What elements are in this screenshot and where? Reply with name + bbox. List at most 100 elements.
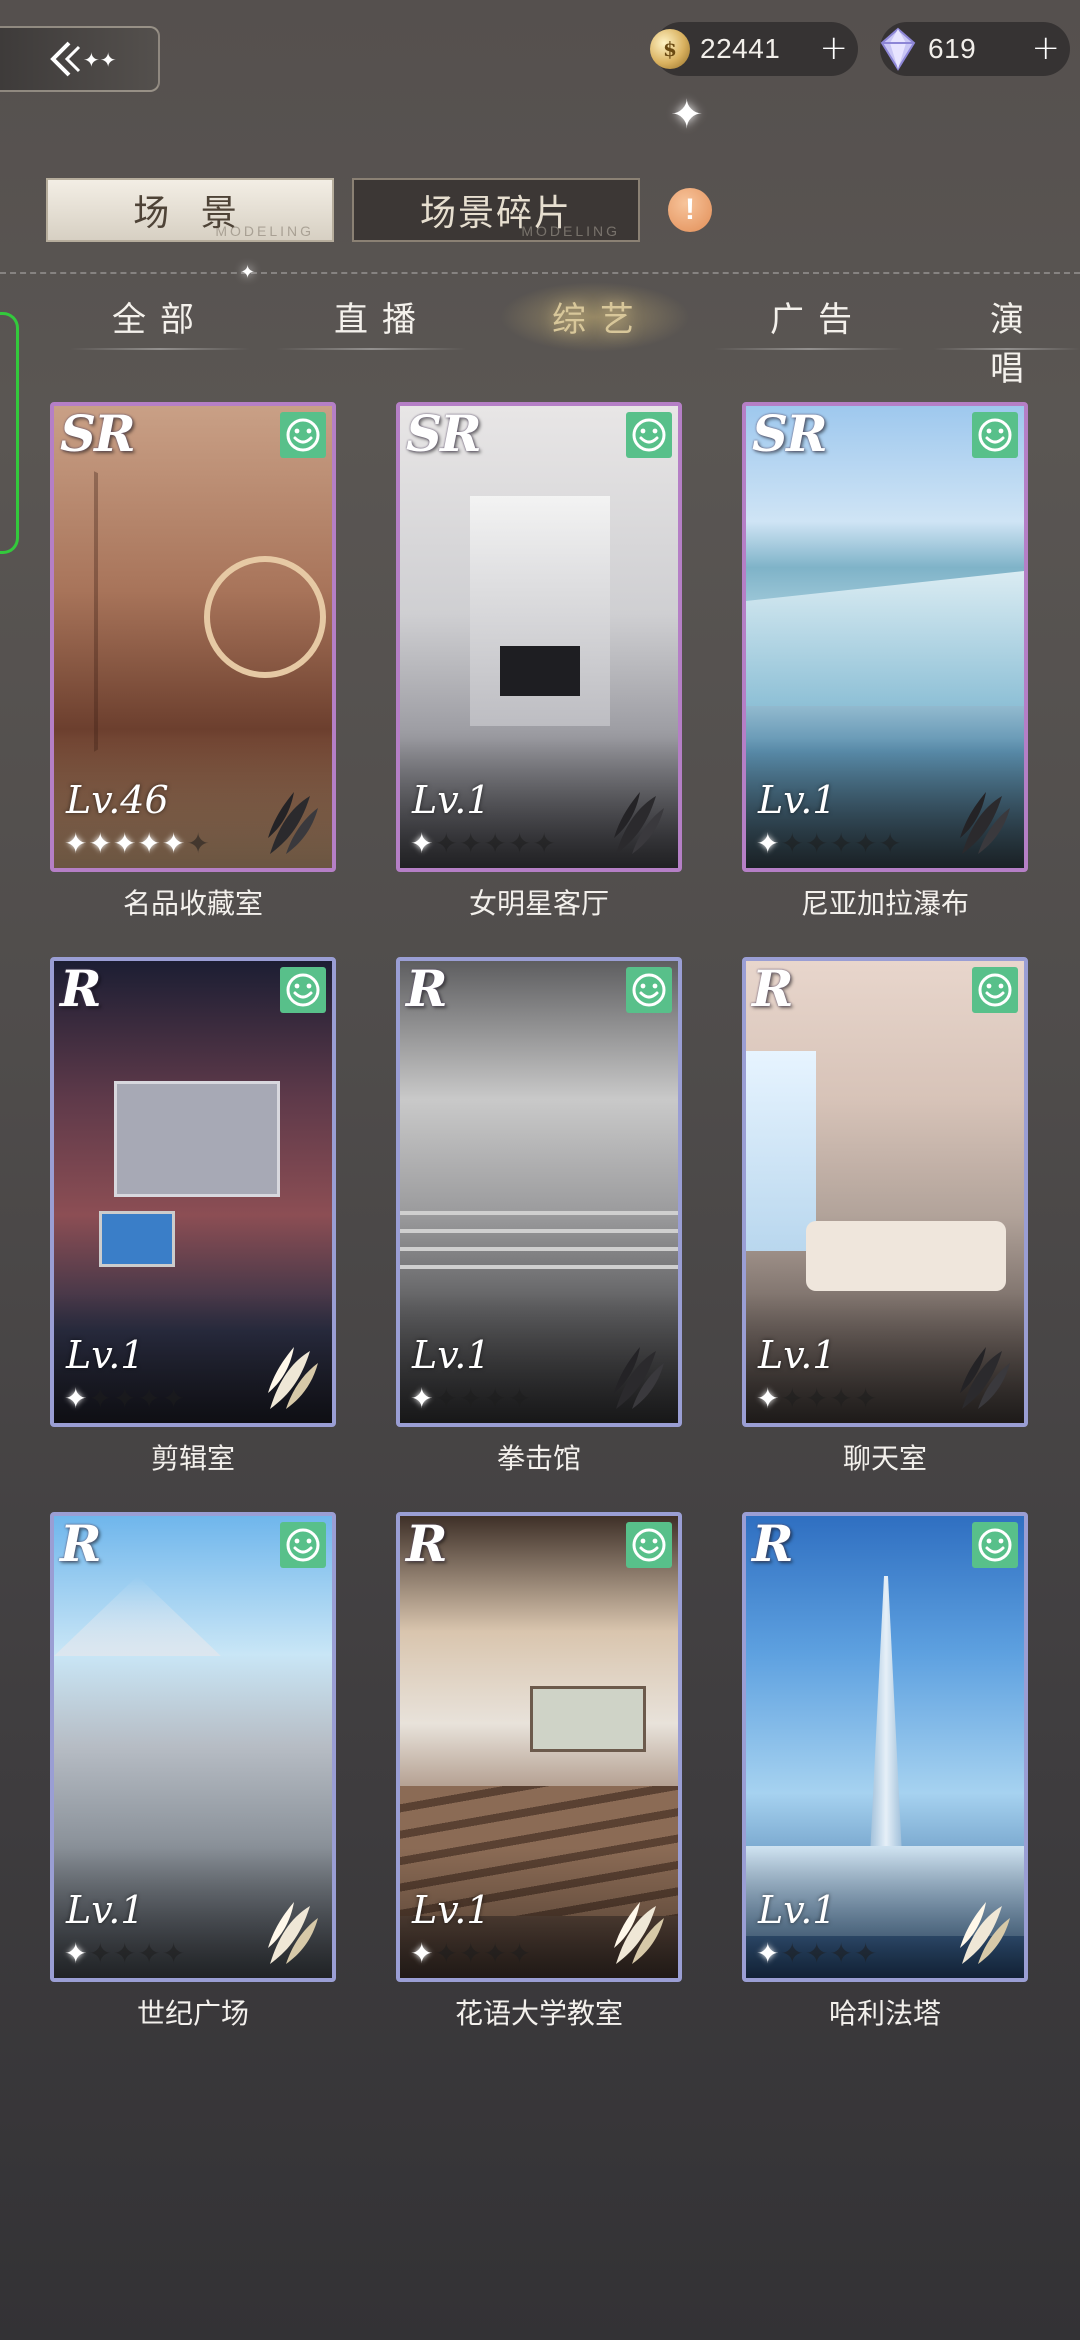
star-icon: ✦ [186, 827, 211, 860]
star-icon: ✦ [434, 827, 459, 860]
star-rating: ✦✦✦✦✦✦ [756, 827, 903, 860]
star-icon: ✦ [532, 827, 557, 860]
leaf-emblem-icon [268, 792, 318, 854]
star-icon: ✦ [780, 827, 805, 860]
rarity-badge: R [406, 1514, 448, 1573]
level-label: Lv.1 [66, 1333, 145, 1377]
star-icon: ✦ [780, 1937, 805, 1970]
tab-scene-fragments[interactable]: 场景碎片 MODELING [352, 178, 640, 242]
category-ad[interactable]: 广告 [770, 292, 866, 341]
scene-card[interactable]: R Lv.1 ✦✦✦✦✦ [50, 1512, 336, 1982]
smile-badge [972, 967, 1018, 1013]
star-icon: ✦ [410, 1937, 435, 1970]
star-icon: ✦ [756, 1937, 781, 1970]
smile-badge [626, 1522, 672, 1568]
add-diamond-button[interactable]: + [1032, 28, 1061, 68]
star-icon: ✦ [853, 1382, 879, 1415]
star-icon: ✦ [458, 1937, 484, 1970]
leaf-emblem-icon [268, 1347, 318, 1409]
leaf-emblem-icon [960, 1902, 1010, 1964]
star-rating: ✦✦✦✦✦ [410, 1937, 532, 1970]
scene-card[interactable]: SR Lv.46 ✦✦✦✦✦✦ [50, 402, 336, 872]
svg-text:✦✦: ✦✦ [83, 48, 117, 72]
star-icon: ✦ [137, 1382, 162, 1415]
leaf-emblem-icon [960, 792, 1010, 854]
tab-scene-sub: MODELING [215, 223, 314, 239]
coin-icon: $ [650, 29, 690, 69]
smile-icon [978, 418, 1012, 452]
level-label: Lv.1 [412, 1333, 491, 1377]
scene-card[interactable]: R Lv.1 ✦✦✦✦✦ [396, 957, 682, 1427]
star-icon: ✦ [112, 827, 138, 860]
star-icon: ✦ [780, 1382, 805, 1415]
back-arrow-icon: ✦✦ [50, 41, 117, 77]
star-icon: ✦ [161, 1937, 187, 1970]
star-rating: ✦✦✦✦✦✦ [64, 827, 211, 860]
leaf-emblem-icon [614, 1902, 664, 1964]
level-label: Lv.46 [66, 778, 169, 822]
smile-icon [286, 418, 320, 452]
star-rating: ✦✦✦✦✦ [64, 1937, 186, 1970]
leaf-emblem-icon [268, 1902, 318, 1964]
star-icon: ✦ [137, 1937, 162, 1970]
level-label: Lv.1 [412, 778, 491, 822]
smile-badge [280, 1522, 326, 1568]
star-icon: ✦ [112, 1382, 138, 1415]
star-icon: ✦ [64, 1937, 89, 1970]
card-name: 世纪广场 [136, 1997, 249, 2030]
scene-card[interactable]: R Lv.1 ✦✦✦✦✦ [742, 957, 1028, 1427]
category-live[interactable]: 直播 [334, 292, 430, 341]
rarity-badge: R [60, 959, 102, 1018]
rarity-badge: SR [60, 404, 136, 463]
star-icon: ✦ [64, 827, 89, 860]
diamond-value: 619 [928, 33, 977, 64]
star-icon: ✦ [434, 1382, 459, 1415]
star-icon: ✦ [507, 827, 533, 860]
sparkle-icon: ✦ [670, 92, 704, 138]
back-button[interactable]: ✦✦ [0, 26, 160, 92]
scene-card[interactable]: R Lv.1 ✦✦✦✦✦ [742, 1512, 1028, 1982]
star-rating: ✦✦✦✦✦ [756, 1382, 878, 1415]
smile-icon [978, 1528, 1012, 1562]
rarity-badge: SR [406, 404, 482, 463]
star-icon: ✦ [483, 827, 508, 860]
info-alert-icon[interactable]: ! [668, 188, 712, 232]
tab-fragments-sub: MODELING [521, 223, 620, 239]
star-icon: ✦ [507, 1382, 533, 1415]
scene-card[interactable]: SR Lv.1 ✦✦✦✦✦✦ [396, 402, 682, 872]
smile-badge [626, 412, 672, 458]
star-icon: ✦ [64, 1382, 89, 1415]
star-icon: ✦ [829, 827, 854, 860]
smile-badge [626, 967, 672, 1013]
star-icon: ✦ [804, 827, 830, 860]
category-all[interactable]: 全部 [112, 292, 208, 341]
star-icon: ✦ [458, 827, 484, 860]
gold-coin-counter: $ 22441 + [650, 22, 858, 76]
leaf-emblem-icon [960, 1347, 1010, 1409]
gem-icon [880, 27, 916, 71]
star-icon: ✦ [507, 1937, 533, 1970]
card-name: 尼亚加拉瀑布 [800, 887, 969, 920]
category-variety[interactable]: 综艺 [552, 292, 648, 341]
star-rating: ✦✦✦✦✦ [410, 1382, 532, 1415]
star-icon: ✦ [483, 1382, 508, 1415]
scene-card[interactable]: SR Lv.1 ✦✦✦✦✦✦ [742, 402, 1028, 872]
star-icon: ✦ [112, 1937, 138, 1970]
tab-scene[interactable]: 场 景 MODELING [46, 178, 334, 242]
smile-badge [972, 1522, 1018, 1568]
category-underline [714, 348, 904, 350]
smile-icon [978, 973, 1012, 1007]
category-concert[interactable]: 演唱 [990, 292, 1080, 390]
rarity-badge: R [752, 959, 794, 1018]
star-icon: ✦ [756, 1382, 781, 1415]
side-panel-handle[interactable] [0, 312, 19, 554]
scene-card[interactable]: R Lv.1 ✦✦✦✦✦ [50, 957, 336, 1427]
card-name: 哈利法塔 [828, 1997, 941, 2030]
category-underline [276, 348, 466, 350]
scene-card[interactable]: R Lv.1 ✦✦✦✦✦ [396, 1512, 682, 1982]
star-rating: ✦✦✦✦✦✦ [410, 827, 557, 860]
diamond-counter: 619 + [880, 22, 1070, 76]
star-icon: ✦ [458, 1382, 484, 1415]
smile-icon [632, 418, 666, 452]
add-coin-button[interactable]: + [820, 28, 849, 68]
